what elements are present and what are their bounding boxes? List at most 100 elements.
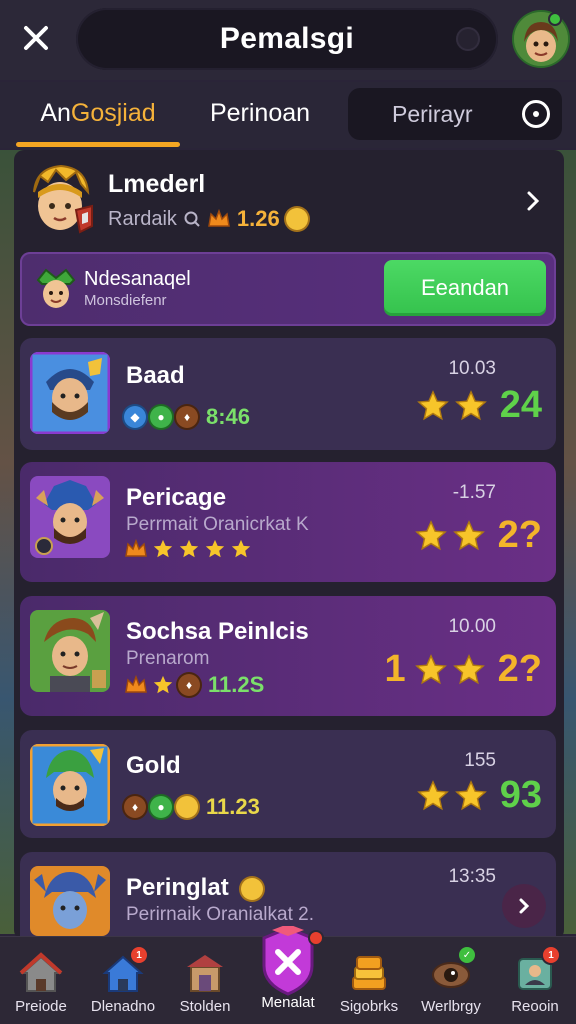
nav-label: Menalat — [261, 994, 315, 1011]
star-icon — [452, 519, 485, 550]
tab-bar: An Gosjiad Perinoan Perirayr — [0, 82, 576, 148]
star-rating: 24 — [416, 384, 542, 427]
nav-label: Stolden — [179, 998, 231, 1015]
title-dot-icon — [456, 27, 480, 51]
row-score: 24 — [499, 384, 542, 426]
row-name: Baad — [126, 362, 185, 389]
nav-item-sigobrks[interactable]: Sigobrks — [328, 937, 410, 1024]
notification-badge: ✓ — [459, 947, 475, 963]
coin-icon — [241, 877, 264, 900]
next-button[interactable] — [502, 884, 546, 928]
nav-label: Reooin — [511, 998, 559, 1015]
profile-sub-row: Rardaik 1.26 — [108, 206, 308, 232]
nav-item-stolden[interactable]: Stolden — [164, 937, 246, 1024]
list-item[interactable]: Sochsa Peinlcis Prenarom ♦ 11.2S 10.00 1… — [20, 596, 556, 716]
star-icon — [205, 539, 225, 558]
character-portrait — [30, 476, 110, 558]
row-name-text: Peringlat — [126, 874, 229, 901]
row-time: -1.57 — [452, 482, 496, 503]
close-button[interactable] — [14, 16, 58, 60]
row-stat: 11.23 — [206, 794, 260, 819]
wizard-portrait-icon — [30, 476, 110, 558]
ranger-portrait-icon — [30, 744, 110, 826]
star-icon — [454, 779, 487, 810]
target-icon[interactable] — [522, 100, 550, 128]
knight-portrait-icon — [30, 352, 110, 434]
row-score: 93 — [499, 774, 542, 816]
row-name: Gold — [126, 752, 181, 779]
row-stats: ♦ 11.2S — [124, 672, 264, 698]
row-subtitle: Prenarom — [126, 648, 210, 669]
profile-open-button[interactable] — [516, 184, 550, 218]
profile-card[interactable]: Lmederl Rardaik 1.26 — [20, 160, 558, 242]
search-icon — [184, 211, 200, 227]
row-score-prefix: 1 — [384, 648, 406, 690]
tab-perinoan[interactable]: Perinoan — [190, 82, 330, 144]
hero-avatar-icon — [33, 164, 93, 234]
tab-gosjiad[interactable]: An Gosjiad — [16, 82, 180, 144]
coin-icon — [176, 796, 198, 818]
row-stats: ♦ ● 11.23 — [124, 794, 260, 820]
nav-item-reooin[interactable]: 1 Reooin — [494, 937, 576, 1024]
row-score: 2? — [497, 648, 542, 690]
character-portrait — [30, 866, 110, 936]
row-time: 155 — [464, 750, 496, 771]
list-item[interactable]: Pericage Perrmait Oranicrkat K -1.57 2? — [20, 462, 556, 582]
star-icon — [414, 653, 447, 684]
star-icon — [452, 653, 485, 684]
row-subtitle: Perrmait Oranicrkat K — [126, 514, 309, 535]
star-icon — [179, 539, 199, 558]
list-item[interactable]: Baad ◆ ● ♦ 8:46 10.03 24 — [20, 338, 556, 450]
list-item[interactable]: Peringlat Perirnaik Oranialkat 2. 13:35 — [20, 852, 556, 936]
home-icon — [19, 951, 63, 995]
active-tab-underline — [16, 142, 180, 147]
tab-label-part1: An — [40, 98, 71, 127]
tab-perirayr[interactable]: Perirayr — [348, 88, 562, 140]
promo-banner: Ndesanaqel Monsdiefenr Eeandan — [20, 252, 556, 326]
eye-icon: ✓ — [429, 947, 475, 995]
nav-label: Sigobrks — [339, 998, 399, 1015]
nav-item-preiode[interactable]: Preiode — [0, 937, 82, 1024]
shop-icon — [183, 951, 227, 995]
star-icon — [416, 389, 449, 420]
nav-label: Werlbrgy — [421, 998, 481, 1015]
row-stats: ◆ ● ♦ 8:46 — [124, 404, 250, 430]
row-name: Peringlat — [126, 874, 264, 902]
promo-subtitle: Monsdiefenr — [84, 292, 167, 309]
treasure-stack-icon — [347, 951, 391, 995]
tab-label-part2: Gosjiad — [70, 98, 156, 127]
star-rating: 1 2? — [385, 648, 543, 691]
crown-icon — [125, 674, 147, 693]
title-pill: Pemalsgi — [76, 8, 498, 70]
crown-icon — [125, 538, 147, 557]
row-stats — [124, 538, 252, 560]
shield-icon: ◆ — [124, 406, 146, 428]
house-icon: 1 — [101, 947, 147, 995]
nav-label: Dlenadno — [90, 998, 156, 1015]
row-subtitle: Perirnaik Oranialkat 2. — [126, 904, 314, 925]
page-title: Pemalsgi — [219, 22, 355, 55]
list-item[interactable]: Gold ♦ ● 11.23 155 93 — [20, 730, 556, 838]
character-portrait — [30, 352, 110, 434]
promo-action-button[interactable]: Eeandan — [384, 260, 546, 316]
profile-sub-label: Rardaik — [108, 207, 177, 230]
promo-character-icon — [36, 268, 76, 308]
star-icon — [153, 539, 173, 558]
star-rating: 93 — [416, 774, 542, 817]
star-icon — [414, 519, 447, 550]
gem-icon: ● — [150, 406, 172, 428]
tab-label: Perirayr — [392, 100, 473, 127]
blue-knight-portrait-icon — [30, 866, 110, 936]
row-name: Pericage — [126, 484, 227, 511]
nav-item-menalat[interactable]: Menalat — [246, 924, 330, 1024]
row-time: 10.00 — [448, 616, 496, 637]
fire-icon: ♦ — [176, 406, 198, 428]
nav-item-dlenadno[interactable]: 1 Dlenadno — [82, 937, 164, 1024]
close-icon — [24, 26, 48, 50]
star-icon — [153, 675, 173, 694]
row-stat: 8:46 — [206, 404, 251, 429]
row-time: 13:35 — [448, 866, 496, 887]
star-rating: 2? — [414, 514, 542, 557]
fire-icon: ♦ — [124, 796, 146, 818]
nav-item-werlbrgy[interactable]: ✓ Werlbrgy — [410, 937, 492, 1024]
